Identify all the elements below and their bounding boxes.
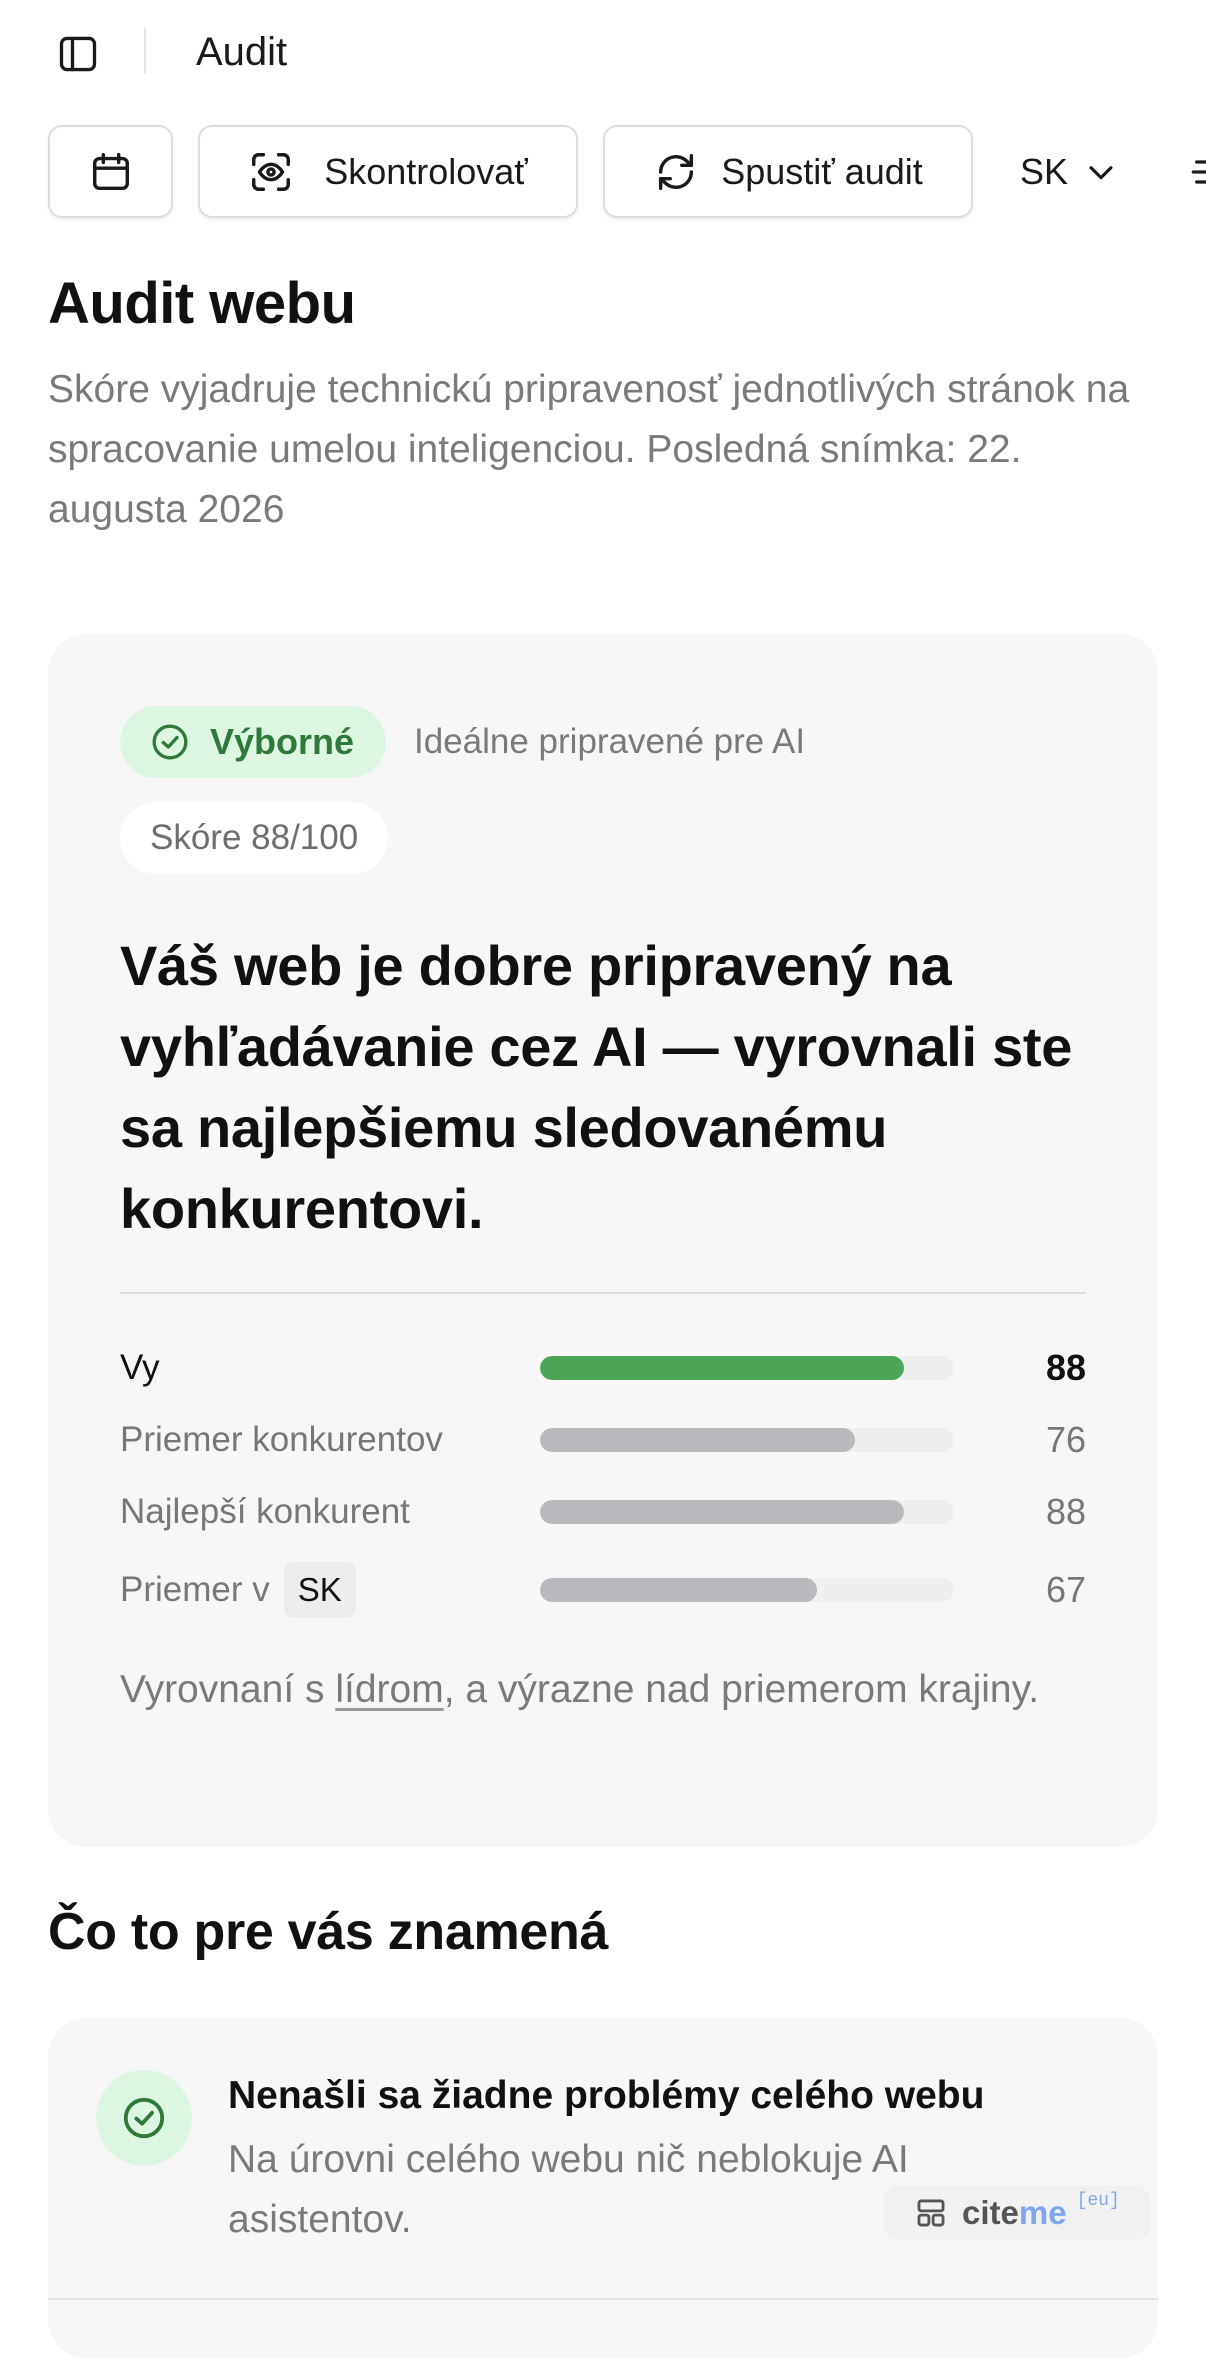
status-badge: Výborné (120, 706, 387, 778)
comparison-value-best-competitor: 88 (1045, 1491, 1086, 1532)
comparison-bar-country-avg (540, 1578, 954, 1602)
refresh-icon (653, 149, 699, 195)
page-description: Skóre vyjadruje technickú pripravenosť j… (48, 368, 1130, 531)
comparison-bar-you (540, 1356, 954, 1380)
comparison-bar-fill-country-avg (540, 1578, 818, 1602)
run-audit-button-label: Spustiť audit (721, 150, 923, 192)
check-button-label: Skontrolovať (324, 150, 528, 192)
language-value: SK (1020, 151, 1069, 192)
comparison-row-label-competitors-avg: Priemer konkurentov (120, 1420, 443, 1459)
comparison-row-label-country-avg: Priemer v (120, 1570, 270, 1609)
topbar-divider (144, 28, 146, 74)
leader-link[interactable]: lídrom (335, 1668, 443, 1711)
more-options-icon[interactable] (1190, 152, 1206, 192)
card-divider-bottom (48, 2298, 1158, 2300)
sidebar-toggle-button[interactable] (54, 30, 102, 78)
card-divider (120, 1292, 1086, 1294)
comparison-row-country-avg: Priemer v SK (120, 1562, 356, 1618)
comparison-row-label-you: Vy (120, 1348, 160, 1387)
brand-suffix: [eu] (1076, 2191, 1120, 2211)
run-audit-button[interactable]: Spustiť audit (603, 125, 973, 218)
check-circle-icon (123, 2097, 165, 2139)
layout-icon (917, 2199, 945, 2227)
check-circle-icon (152, 724, 188, 760)
comparison-value-country-avg: 67 (1045, 1569, 1086, 1610)
comparison-bar-fill-you (540, 1356, 905, 1380)
page-title: Audit webu (48, 271, 356, 336)
comparison-bar-fill-competitors-avg (540, 1428, 855, 1452)
scan-eye-icon (248, 149, 294, 195)
section-title: Čo to pre vás znamená (48, 1903, 609, 1961)
success-indicator (96, 2070, 192, 2166)
calendar-icon (88, 149, 134, 195)
chevron-down-icon (1084, 155, 1118, 189)
summary-text-end: , a výrazne nad priemerom krajiny. (443, 1668, 1040, 1711)
summary-text-start: Vyrovnaní s (120, 1668, 336, 1711)
page-header-title: Audit (196, 30, 288, 74)
meaning-item-title: Nenašli sa žiadne problémy celého webu (228, 2074, 985, 2117)
comparison-value-you: 88 (1045, 1347, 1086, 1388)
comparison-bar-competitors-avg (540, 1428, 954, 1452)
brand-name: citeme (962, 2194, 1067, 2232)
brand-badge[interactable]: citeme [eu] (884, 2186, 1150, 2240)
brand-name-part2: me (1018, 2194, 1067, 2231)
comparison-bar-best-competitor (540, 1500, 954, 1524)
status-badge-label: Výborné (210, 721, 355, 762)
score-pill: Skóre 88/100 (120, 802, 389, 874)
score-headline: Váš web je dobre pripravený na vyhľadáva… (120, 934, 1073, 1240)
country-code-chip: SK (283, 1562, 356, 1618)
comparison-bar-fill-best-competitor (540, 1500, 905, 1524)
score-summary: Vyrovnaní s lídrom, a výrazne nad prieme… (120, 1660, 1080, 1720)
comparison-row-label-best-competitor: Najlepší konkurent (120, 1492, 410, 1531)
language-select[interactable]: SK (1020, 140, 1118, 204)
sidebar-toggle-icon (59, 36, 97, 72)
brand-name-part1: cite (962, 2194, 1019, 2231)
check-button[interactable]: Skontrolovať (198, 125, 578, 218)
comparison-value-competitors-avg: 76 (1045, 1419, 1086, 1460)
date-picker-button[interactable] (48, 125, 173, 218)
status-caption: Ideálne pripravené pre AI (414, 722, 806, 761)
